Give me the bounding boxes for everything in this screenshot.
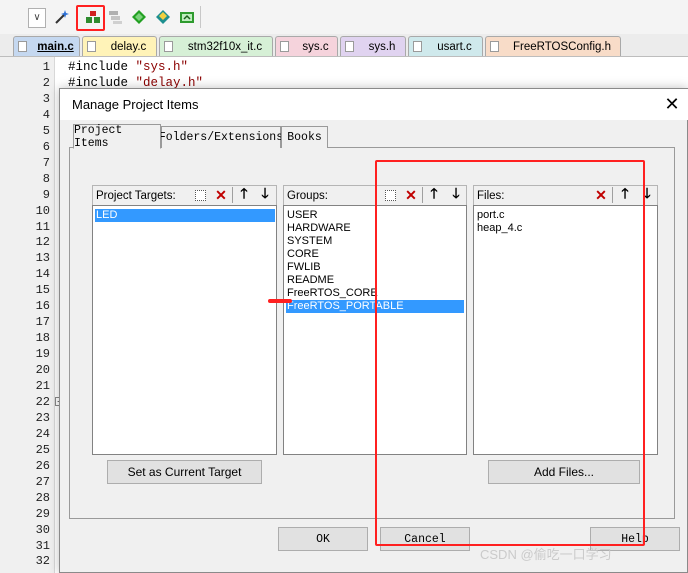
- annotation-highlight-toolbar: [76, 5, 105, 31]
- line-number: 24: [35, 426, 50, 441]
- line-number: 15: [35, 283, 50, 298]
- line-number: 5: [42, 123, 50, 138]
- file-icon: [345, 41, 354, 52]
- diamond-options-icon[interactable]: [154, 8, 172, 26]
- line-number: 12: [35, 235, 50, 250]
- line-number: 20: [35, 363, 50, 378]
- line-number: 28: [35, 490, 50, 505]
- list-item-group-core[interactable]: CORE: [286, 248, 320, 261]
- line-number: 31: [35, 538, 50, 553]
- header-separator: [232, 187, 233, 203]
- set-as-current-target-button[interactable]: Set as Current Target: [107, 460, 262, 484]
- file-icon: [87, 41, 96, 52]
- tab-delay-c[interactable]: delay.c: [82, 36, 157, 56]
- line-number: 32: [35, 554, 50, 569]
- line-number: 30: [35, 522, 50, 537]
- line-number: 2: [42, 75, 50, 90]
- watermark: CSDN @偷吃一口学习: [480, 547, 612, 562]
- file-icon: [490, 41, 499, 52]
- line-number: 16: [35, 299, 50, 314]
- line-number: 1: [42, 60, 50, 74]
- line-number: 18: [35, 331, 50, 346]
- line-number: 14: [35, 267, 50, 282]
- line-number: 4: [42, 107, 50, 122]
- line-number: 3: [42, 91, 50, 106]
- multi-project-icon[interactable]: [106, 8, 124, 26]
- line-number: 23: [35, 410, 50, 425]
- line-number: 22: [35, 394, 50, 409]
- tab-sys-h[interactable]: sys.h: [340, 36, 406, 56]
- ok-button[interactable]: OK: [278, 527, 368, 551]
- file-icon: [164, 41, 173, 52]
- line-number: 10: [35, 203, 50, 218]
- annotation-highlight-files: [375, 160, 645, 546]
- annotation-pointer-mark: [268, 299, 292, 303]
- list-item-group-user[interactable]: USER: [286, 209, 319, 222]
- line-number: 25: [35, 442, 50, 457]
- line-number: 26: [35, 458, 50, 473]
- line-number: 19: [35, 347, 50, 362]
- toolbar-separator: [200, 6, 201, 28]
- diamond-green-icon[interactable]: [130, 8, 148, 26]
- line-number: 6: [42, 139, 50, 154]
- pack-installer-icon[interactable]: [178, 8, 196, 26]
- line-number: 9: [42, 187, 50, 202]
- close-icon[interactable]: ✕: [661, 94, 683, 114]
- dialog-title: Manage Project Items: [72, 97, 199, 112]
- magic-wand-icon[interactable]: [52, 8, 70, 26]
- code-line-1: #include "sys.h": [68, 60, 189, 74]
- line-number: 7: [42, 155, 50, 170]
- tab-folders-extensions[interactable]: Folders/Extensions: [159, 126, 283, 148]
- tab-project-items[interactable]: Project Items: [73, 124, 161, 150]
- list-item-group-fwlib[interactable]: FWLIB: [286, 261, 322, 274]
- project-targets-list[interactable]: LED: [92, 205, 277, 455]
- list-item-group-system[interactable]: SYSTEM: [286, 235, 333, 248]
- file-icon: [413, 41, 422, 52]
- list-item-group-readme[interactable]: README: [286, 274, 335, 287]
- list-item-group-freertos-core[interactable]: FreeRTOS_CORE: [286, 287, 379, 300]
- line-number: 11: [35, 219, 50, 234]
- tab-books[interactable]: Books: [281, 126, 328, 148]
- line-number: 13: [35, 251, 50, 266]
- tab-stm32f10x-it-c[interactable]: stm32f10x_it.c: [159, 36, 273, 56]
- file-icon: [18, 41, 27, 52]
- line-number: 17: [35, 315, 50, 330]
- move-up-target-icon[interactable]: 🡑: [235, 185, 253, 204]
- new-target-icon[interactable]: [191, 186, 209, 204]
- dropdown-arrow-icon[interactable]: ∨: [28, 8, 46, 28]
- line-number: 27: [35, 474, 50, 489]
- tab-usart-c[interactable]: usart.c: [408, 36, 483, 56]
- file-icon: [280, 41, 289, 52]
- tab-sys-c[interactable]: sys.c: [275, 36, 338, 56]
- line-number: 29: [35, 506, 50, 521]
- move-down-target-icon[interactable]: 🡓: [256, 185, 274, 204]
- delete-target-icon[interactable]: ✕: [212, 186, 230, 204]
- line-number: 21: [35, 379, 50, 393]
- list-item-target-led[interactable]: LED: [95, 209, 275, 222]
- tab-freertosconfig-h[interactable]: FreeRTOSConfig.h: [485, 36, 621, 56]
- list-item-group-hardware[interactable]: HARDWARE: [286, 222, 352, 235]
- file-tab-bar: main.c delay.c stm32f10x_it.c sys.c sys.…: [0, 34, 688, 57]
- tab-main-c[interactable]: main.c: [13, 36, 80, 56]
- line-number: 8: [42, 171, 50, 186]
